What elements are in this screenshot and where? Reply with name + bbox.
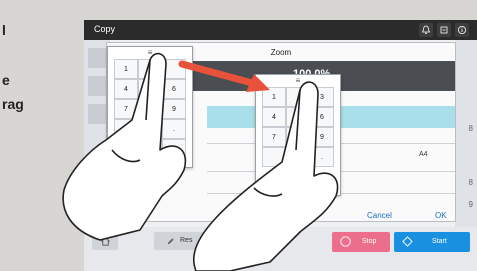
paper-tile[interactable]: [88, 76, 106, 96]
right-strip-text-b: 8: [468, 178, 473, 187]
key[interactable]: [138, 99, 162, 119]
key[interactable]: 7: [114, 99, 138, 119]
bottom-bar: Res Stop Start: [84, 227, 477, 271]
side-text-3: rag: [2, 96, 24, 112]
key[interactable]: [286, 127, 310, 147]
stop-button[interactable]: Stop: [332, 232, 390, 252]
ok-button[interactable]: OK: [435, 211, 447, 220]
paper-size-label: A4: [419, 151, 428, 158]
keypad-original[interactable]: ≡ 1 4 6 7 9 .: [107, 46, 193, 168]
home-icon: [100, 236, 110, 246]
stop-icon: [340, 236, 351, 247]
side-text-2: e: [2, 72, 10, 88]
key[interactable]: 4: [262, 107, 286, 127]
right-strip-text-c: 9: [468, 200, 473, 209]
key[interactable]: 3: [310, 87, 334, 107]
device-screen: Copy 8 8 9 Zoom 100.0% A4: [84, 20, 477, 271]
key[interactable]: [162, 59, 186, 79]
color-mode-tile[interactable]: [88, 48, 106, 68]
key[interactable]: 7: [262, 127, 286, 147]
key[interactable]: [162, 139, 186, 159]
key[interactable]: [138, 79, 162, 99]
key[interactable]: [114, 139, 138, 159]
key[interactable]: [262, 147, 286, 167]
drag-handle-icon[interactable]: ≡: [108, 49, 192, 57]
job-status-icon[interactable]: [437, 23, 451, 37]
info-icon[interactable]: [455, 23, 469, 37]
key[interactable]: 9: [162, 99, 186, 119]
key[interactable]: [114, 119, 138, 139]
cancel-button[interactable]: Cancel: [367, 211, 392, 220]
drag-handle-icon[interactable]: ≡: [256, 77, 340, 85]
key[interactable]: 1: [262, 87, 286, 107]
app-title: Copy: [94, 24, 116, 34]
key[interactable]: [138, 139, 162, 159]
right-strip-text-a: 8: [468, 124, 473, 133]
reset-label: Res: [180, 237, 193, 244]
start-button[interactable]: Start: [394, 232, 470, 252]
reset-button[interactable]: Res: [154, 232, 234, 250]
key[interactable]: 1: [114, 59, 138, 79]
key[interactable]: 6: [162, 79, 186, 99]
duplex-tile[interactable]: [88, 104, 106, 124]
key[interactable]: .: [310, 147, 334, 167]
key[interactable]: 6: [310, 107, 334, 127]
side-text-1: l: [2, 22, 6, 38]
keypad-moved[interactable]: ≡ 1 3 4 6 7 9 .: [255, 74, 341, 196]
home-button[interactable]: [92, 232, 118, 250]
key[interactable]: [138, 119, 162, 139]
bell-icon[interactable]: [419, 23, 433, 37]
right-function-strip: 8 8 9: [455, 40, 477, 240]
key[interactable]: .: [162, 119, 186, 139]
key[interactable]: 9: [310, 127, 334, 147]
start-label: Start: [432, 238, 447, 245]
title-bar: Copy: [84, 20, 477, 40]
key[interactable]: [138, 59, 162, 79]
key[interactable]: [286, 147, 310, 167]
key[interactable]: [286, 87, 310, 107]
key[interactable]: [286, 107, 310, 127]
start-icon: [402, 236, 413, 247]
stop-label: Stop: [362, 238, 377, 245]
pencil-icon: [167, 238, 174, 245]
key[interactable]: 4: [114, 79, 138, 99]
